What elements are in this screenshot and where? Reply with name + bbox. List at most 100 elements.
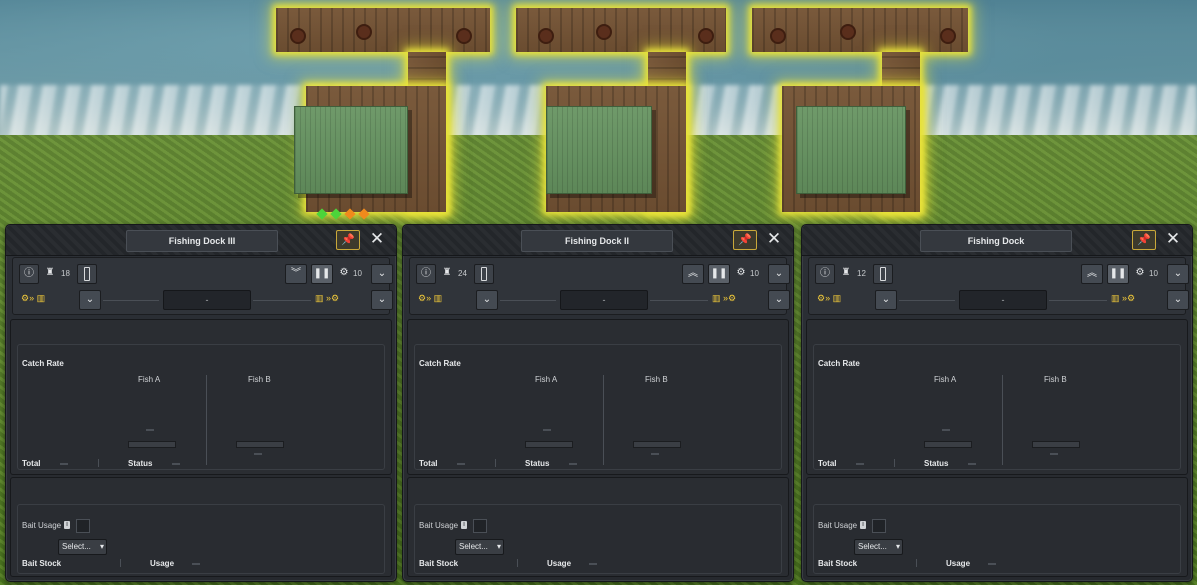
- bait-usage-checkbox[interactable]: [473, 519, 487, 533]
- bait-section: Bait Usage i Select... ▾ Bait Stock Usage: [806, 477, 1188, 577]
- panel-title: Fishing Dock II: [521, 230, 673, 252]
- fish-a-label: Fish A: [138, 375, 161, 384]
- panel-title: Fishing Dock III: [126, 230, 278, 252]
- building-panel-fishing-dock-2: Fishing Dock II 📌 ✕ ⓘ ♜ 24 ︽ ❚❚ ⚙ 10 ⌄ ⚙…: [402, 224, 794, 582]
- gear-icon: ⚙: [736, 267, 746, 278]
- double-chevron-down-icon[interactable]: ︾: [285, 264, 307, 284]
- info-icon[interactable]: i: [860, 521, 866, 529]
- catch-rate-heading: Catch Rate: [818, 359, 860, 368]
- bait-section: Bait Usage i Select... ▾ Bait Stock Usage: [407, 477, 789, 577]
- workers-toggle[interactable]: [873, 264, 893, 284]
- pin-icon[interactable]: 📌: [733, 230, 757, 250]
- bait-usage-checkbox[interactable]: [872, 519, 886, 533]
- catch-rate-box: Catch Rate Fish A Fish B Total Status: [414, 344, 782, 470]
- worker-icon: ♜: [841, 267, 851, 278]
- bait-usage-label: Bait Usage: [419, 521, 459, 530]
- chevron-down-icon[interactable]: ⌄: [768, 290, 790, 310]
- fishing-dock-3-building[interactable]: [276, 8, 492, 220]
- dock-roof: [546, 106, 652, 194]
- workers-count: 18: [61, 269, 70, 278]
- bait-select[interactable]: Select... ▾: [854, 539, 903, 555]
- pin-icon[interactable]: 📌: [1132, 230, 1156, 250]
- chevron-down-icon[interactable]: ⌄: [875, 290, 897, 310]
- usage-label: Usage: [547, 559, 572, 568]
- chevron-down-icon[interactable]: ⌄: [1167, 264, 1189, 284]
- info-icon[interactable]: ⓘ: [815, 264, 835, 284]
- bait-section: Bait Usage i Select... ▾ Bait Stock Usage: [10, 477, 392, 577]
- factory-to-output-goods-icon: ▥ »⚙: [1111, 293, 1136, 303]
- pause-icon[interactable]: ❚❚: [311, 264, 333, 284]
- worker-markers: [316, 208, 370, 220]
- double-chevron-up-icon[interactable]: ︽: [682, 264, 704, 284]
- catch-rate-box: Catch Rate Fish A Fish B Total Status: [813, 344, 1181, 470]
- chevron-down-icon: ▾: [496, 542, 501, 551]
- bait-select[interactable]: Select... ▾: [455, 539, 504, 555]
- worker-icon: ♜: [45, 267, 55, 278]
- usage-label: Usage: [150, 559, 175, 568]
- gear-icon: ⚙: [1135, 267, 1145, 278]
- bait-stock-label: Bait Stock: [419, 559, 459, 568]
- gear-count: 10: [750, 269, 759, 278]
- building-panel-fishing-dock: Fishing Dock 📌 ✕ ⓘ ♜ 12 ︽ ❚❚ ⚙ 10 ⌄ ⚙» ▥…: [801, 224, 1193, 582]
- fish-b-label: Fish B: [248, 375, 271, 384]
- panel-toolbar: ⓘ ♜ 12 ︽ ❚❚ ⚙ 10 ⌄ ⚙» ▥ ⌄ - ▥ »⚙ ⌄: [808, 257, 1189, 315]
- close-icon[interactable]: ✕: [764, 229, 784, 249]
- panel-toolbar: ⓘ ♜ 18 ︾ ❚❚ ⚙ 10 ⌄ ⚙» ▥ ⌄ - ▥ »⚙ ⌄: [12, 257, 393, 315]
- factory-to-output-goods-icon: ▥ »⚙: [712, 293, 737, 303]
- bait-stock-label: Bait Stock: [818, 559, 858, 568]
- workers-toggle[interactable]: [77, 264, 97, 284]
- panel-title: Fishing Dock: [920, 230, 1072, 252]
- fish-b-rate-bar: [236, 441, 284, 448]
- chevron-down-icon[interactable]: ⌄: [1167, 290, 1189, 310]
- fishing-dock-2-building[interactable]: [516, 8, 728, 213]
- double-chevron-up-icon[interactable]: ︽: [1081, 264, 1103, 284]
- bait-usage-checkbox[interactable]: [76, 519, 90, 533]
- panel-titlebar[interactable]: Fishing Dock III 📌 ✕: [6, 225, 396, 256]
- catch-section: Catch Rate Fish A Fish B Total Status: [10, 319, 392, 475]
- total-label: Total: [22, 459, 41, 468]
- info-icon[interactable]: ⓘ: [19, 264, 39, 284]
- catch-rate-heading: Catch Rate: [22, 359, 64, 368]
- chevron-down-icon[interactable]: ⌄: [371, 264, 393, 284]
- total-label: Total: [419, 459, 438, 468]
- workers-count: 12: [857, 269, 866, 278]
- usage-label: Usage: [946, 559, 971, 568]
- close-icon[interactable]: ✕: [1163, 229, 1183, 249]
- close-icon[interactable]: ✕: [367, 229, 387, 249]
- pause-icon[interactable]: ❚❚: [708, 264, 730, 284]
- info-icon[interactable]: ⓘ: [416, 264, 436, 284]
- fish-a-rate-bar: [525, 441, 573, 448]
- chevron-down-icon: ▾: [99, 542, 104, 551]
- pause-icon[interactable]: ❚❚: [1107, 264, 1129, 284]
- status-label: Status: [128, 459, 153, 468]
- gear-icon: ⚙: [339, 267, 349, 278]
- fish-b-label: Fish B: [645, 375, 668, 384]
- bait-usage-label: Bait Usage: [818, 521, 858, 530]
- chevron-down-icon[interactable]: ⌄: [768, 264, 790, 284]
- building-panel-fishing-dock-3: Fishing Dock III 📌 ✕ ⓘ ♜ 18 ︾ ❚❚ ⚙ 10 ⌄ …: [5, 224, 397, 582]
- workers-count: 24: [458, 269, 467, 278]
- input-goods-to-factory-icon: ⚙» ▥: [418, 293, 443, 303]
- production-value-field: -: [163, 290, 251, 310]
- fishing-dock-1-building[interactable]: [752, 8, 970, 213]
- pin-icon[interactable]: 📌: [336, 230, 360, 250]
- chevron-down-icon[interactable]: ⌄: [371, 290, 393, 310]
- chevron-down-icon[interactable]: ⌄: [476, 290, 498, 310]
- workers-toggle[interactable]: [474, 264, 494, 284]
- bait-box: Bait Usage i Select... ▾ Bait Stock Usage: [414, 504, 782, 574]
- status-label: Status: [924, 459, 949, 468]
- catch-rate-box: Catch Rate Fish A Fish B Total Status: [17, 344, 385, 470]
- input-goods-to-factory-icon: ⚙» ▥: [21, 293, 46, 303]
- catch-rate-heading: Catch Rate: [419, 359, 461, 368]
- panel-titlebar[interactable]: Fishing Dock II 📌 ✕: [403, 225, 793, 256]
- info-icon[interactable]: i: [64, 521, 70, 529]
- panel-toolbar: ⓘ ♜ 24 ︽ ❚❚ ⚙ 10 ⌄ ⚙» ▥ ⌄ - ▥ »⚙ ⌄: [409, 257, 790, 315]
- panel-titlebar[interactable]: Fishing Dock 📌 ✕: [802, 225, 1192, 256]
- info-icon[interactable]: i: [461, 521, 467, 529]
- bait-select[interactable]: Select... ▾: [58, 539, 107, 555]
- dock-roof: [294, 106, 408, 194]
- bait-usage-label: Bait Usage: [22, 521, 62, 530]
- dock-roof: [796, 106, 906, 194]
- catch-section: Catch Rate Fish A Fish B Total Status: [806, 319, 1188, 475]
- chevron-down-icon[interactable]: ⌄: [79, 290, 101, 310]
